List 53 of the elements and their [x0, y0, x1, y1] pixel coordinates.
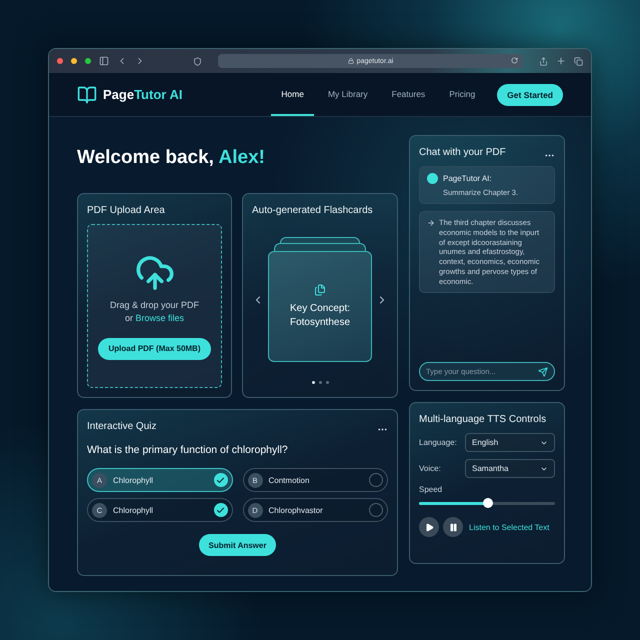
option-text: Chlorophyll	[113, 506, 154, 514]
carousel-dot[interactable]	[312, 381, 314, 384]
minimize-icon[interactable]	[71, 58, 77, 64]
option-text: Chlorophyll	[113, 476, 154, 484]
nav-link[interactable]: My Library	[318, 73, 378, 116]
browse-link[interactable]: Browse files	[135, 313, 184, 323]
pause-icon	[448, 522, 458, 532]
play-button[interactable]	[419, 517, 439, 537]
flashcard[interactable]: Key Concept: Fotosynthese	[268, 251, 372, 362]
card-title: Multi-language TTS Controls	[419, 414, 548, 425]
send-icon[interactable]	[538, 367, 548, 377]
shield-icon[interactable]	[193, 56, 202, 66]
carousel-dot[interactable]	[318, 381, 322, 384]
share-icon[interactable]	[539, 56, 548, 66]
drop-instructions: Drag & drop your PDF or Browse files	[110, 298, 200, 325]
nav-link[interactable]: Pricing	[439, 73, 486, 116]
field-label: Voice:	[419, 464, 442, 473]
reload-icon[interactable]	[511, 57, 518, 64]
lock-icon	[348, 58, 354, 64]
option-text: Contmotion	[268, 476, 310, 484]
brand-name: PageTutor AI	[103, 87, 182, 102]
arrow-icon	[427, 219, 435, 227]
slider-thumb[interactable]	[483, 498, 494, 508]
voice-select[interactable]: Samantha	[465, 459, 555, 478]
field-label: Language:	[419, 438, 458, 447]
cards-icon	[314, 284, 326, 296]
tabs-icon[interactable]	[574, 56, 583, 66]
sidebar-icon[interactable]	[99, 56, 109, 66]
book-icon	[77, 84, 97, 104]
avatar-icon	[427, 173, 438, 184]
listen-link[interactable]: Listen to Selected Text	[469, 522, 550, 532]
close-icon[interactable]	[57, 58, 63, 64]
card-title: Auto-generated Flashcards	[252, 205, 374, 216]
submit-button[interactable]: Submit Answer	[198, 534, 276, 556]
card-title: Chat with your PDF	[419, 147, 506, 158]
option-text: Chlorophvastor	[268, 506, 324, 514]
card-title: PDF Upload Area	[87, 205, 166, 216]
quiz-question: What is the primary function of chlorophyll?	[87, 444, 289, 456]
upload-button[interactable]: Upload PDF (Max 50MB)	[98, 338, 210, 360]
maximize-icon[interactable]	[85, 58, 91, 64]
card-title: Interactive Quiz	[87, 421, 156, 432]
nav-link[interactable]: Features	[382, 73, 436, 116]
welcome-heading: Welcome back, Alex!	[77, 147, 266, 170]
new-tab-icon[interactable]	[556, 56, 566, 66]
field-label: Speed	[419, 485, 444, 494]
drop-zone[interactable]: Drag & drop your PDF or Browse files Upload PDF (Max 50MB)	[87, 224, 222, 388]
sender-name: PageTutor AI:	[443, 174, 492, 183]
get-started-button[interactable]: Get Started	[497, 84, 563, 106]
language-select[interactable]: English	[465, 433, 555, 452]
pause-button[interactable]	[443, 517, 463, 537]
flashcard-text: Key Concept: Fotosynthese	[288, 302, 352, 330]
carousel-dot[interactable]	[326, 381, 328, 384]
play-icon	[424, 522, 434, 532]
